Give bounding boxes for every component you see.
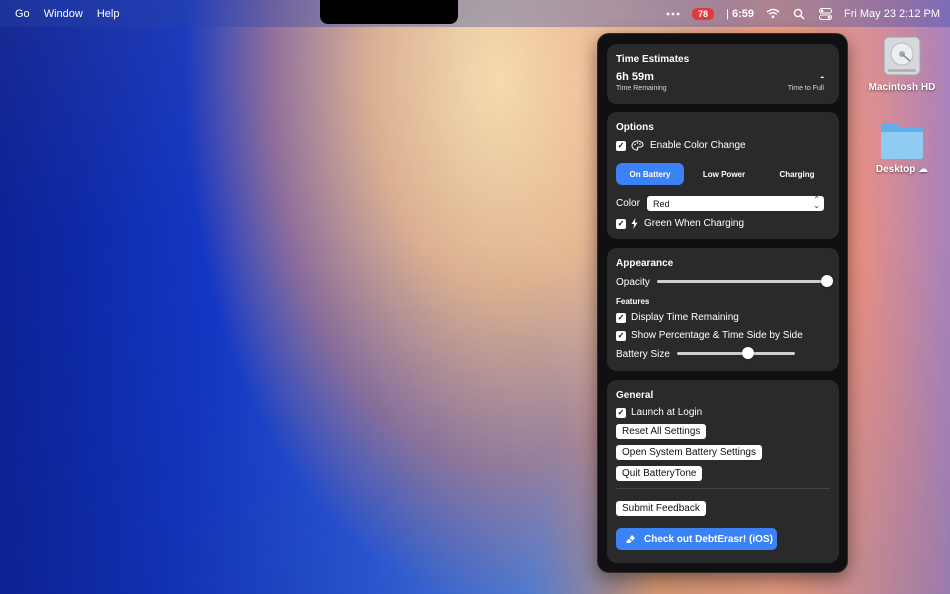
divider [616, 488, 830, 489]
cloud-icon: ☁ [918, 164, 929, 175]
search-icon[interactable] [792, 7, 806, 21]
menu-help[interactable]: Help [90, 8, 127, 20]
open-battery-settings-button[interactable]: Open System Battery Settings [616, 445, 762, 460]
menu-bar: Go Window Help 78 | 6:59 Fri May 23 2:12… [0, 0, 950, 27]
harddrive-icon [883, 36, 921, 76]
green-when-charging-checkbox[interactable]: ✓ [616, 218, 626, 229]
menubar-time-remaining[interactable]: | 6:59 [726, 8, 754, 20]
enable-color-change-row[interactable]: ✓ Enable Color Change [616, 140, 746, 151]
side-by-side-checkbox[interactable]: ✓ [616, 330, 626, 341]
launch-at-login-label: Launch at Login [631, 407, 703, 418]
enable-color-change-label: Enable Color Change [650, 140, 746, 151]
battery-status-badge[interactable]: 78 [692, 7, 715, 20]
general-title: General [616, 390, 654, 401]
desktop-icon-macintosh-hd[interactable]: Macintosh HD [866, 34, 938, 93]
green-when-charging-label: Green When Charging [644, 218, 745, 229]
promo-label: Check out DebtErasr! (iOS) [644, 533, 773, 545]
green-when-charging-row[interactable]: ✓ Green When Charging [616, 218, 744, 229]
options-title: Options [616, 122, 654, 133]
debterasr-promo-button[interactable]: Check out DebtErasr! (iOS) [616, 528, 777, 550]
wifi-icon[interactable] [766, 7, 780, 21]
tab-charging[interactable]: Charging [764, 163, 830, 185]
select-arrows-icon: ⌃ ⌄ [813, 195, 820, 210]
launch-at-login-checkbox[interactable]: ✓ [616, 407, 626, 418]
desktop-icon-desktop-folder[interactable]: Desktop ☁ [866, 120, 938, 175]
color-select[interactable]: Red ⌃ ⌄ [647, 196, 824, 211]
time-estimates-card: Time Estimates 6h 59m Time Remaining - T… [607, 44, 839, 104]
appearance-card: Appearance Opacity Features ✓ Display Ti… [607, 248, 839, 371]
tab-on-battery[interactable]: On Battery [616, 163, 684, 185]
batterytone-panel: Time Estimates 6h 59m Time Remaining - T… [597, 33, 848, 573]
menu-window[interactable]: Window [37, 8, 90, 20]
opacity-slider-track[interactable] [657, 280, 827, 283]
separator-bar: | [726, 7, 729, 20]
side-by-side-label: Show Percentage & Time Side by Side [631, 330, 803, 341]
battery-size-slider-knob[interactable] [741, 347, 754, 359]
appearance-title: Appearance [616, 258, 674, 269]
reset-all-settings-button[interactable]: Reset All Settings [616, 424, 707, 439]
submit-feedback-button[interactable]: Submit Feedback [616, 501, 706, 516]
time-remaining-label: Time Remaining [616, 85, 667, 92]
eraser-icon [625, 534, 636, 545]
display-time-remaining-checkbox[interactable]: ✓ [616, 312, 626, 323]
side-by-side-row[interactable]: ✓ Show Percentage & Time Side by Side [616, 330, 803, 341]
display-time-remaining-row[interactable]: ✓ Display Time Remaining [616, 312, 739, 323]
battery-size-label: Battery Size [616, 349, 670, 360]
enable-color-change-checkbox[interactable]: ✓ [616, 140, 626, 151]
camera-notch [320, 0, 458, 24]
menu-go[interactable]: Go [8, 8, 37, 20]
features-label: Features [616, 297, 650, 306]
palette-icon [631, 140, 644, 151]
menubar-clock[interactable]: Fri May 23 2:12 PM [844, 8, 940, 20]
control-center-icon[interactable] [818, 7, 832, 21]
battery-size-slider-track[interactable] [677, 352, 795, 355]
desktop-icon-label: Macintosh HD [868, 82, 936, 93]
quit-button[interactable]: Quit BatteryTone [616, 466, 703, 481]
display-time-remaining-label: Display Time Remaining [631, 312, 739, 323]
time-estimates-title: Time Estimates [616, 54, 690, 65]
folder-icon [881, 123, 923, 159]
time-remaining-value: 6:59 [731, 7, 755, 20]
tab-low-power[interactable]: Low Power [684, 163, 764, 185]
desktop-icon-label-text: Desktop [875, 164, 916, 175]
opacity-label: Opacity [616, 277, 650, 288]
battery-mode-segmented-control: On Battery Low Power Charging [616, 163, 830, 185]
color-select-value: Red [653, 198, 670, 209]
desktop-icon-label: Desktop ☁ [866, 164, 938, 175]
launch-at-login-row[interactable]: ✓ Launch at Login [616, 407, 702, 418]
more-icon[interactable] [666, 7, 680, 21]
time-to-full-label: Time to Full [787, 85, 824, 92]
time-to-full-value: - [820, 71, 824, 83]
opacity-slider-knob[interactable] [821, 275, 833, 287]
options-card: Options ✓ Enable Color Change On Battery… [607, 112, 839, 239]
time-remaining-value: 6h 59m [616, 71, 654, 83]
color-label: Color [616, 198, 640, 209]
general-card: General ✓ Launch at Login Reset All Sett… [607, 380, 839, 563]
bolt-icon [631, 218, 638, 229]
